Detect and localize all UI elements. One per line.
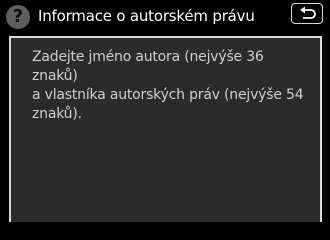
return-arrow-icon [300, 6, 316, 19]
title-bar: ? Informace o autorském právu [0, 0, 330, 32]
back-button[interactable] [291, 3, 323, 24]
help-text-panel: Zadejte jméno autora (nejvýše 36 znaků) … [9, 36, 322, 222]
help-message: Zadejte jméno autora (nejvýše 36 znaků) … [32, 49, 304, 122]
question-mark-icon: ? [6, 5, 30, 29]
copyright-info-help-screen: ? Informace o autorském právu Zadejte jm… [0, 0, 330, 222]
page-title: Informace o autorském právu [38, 7, 255, 25]
